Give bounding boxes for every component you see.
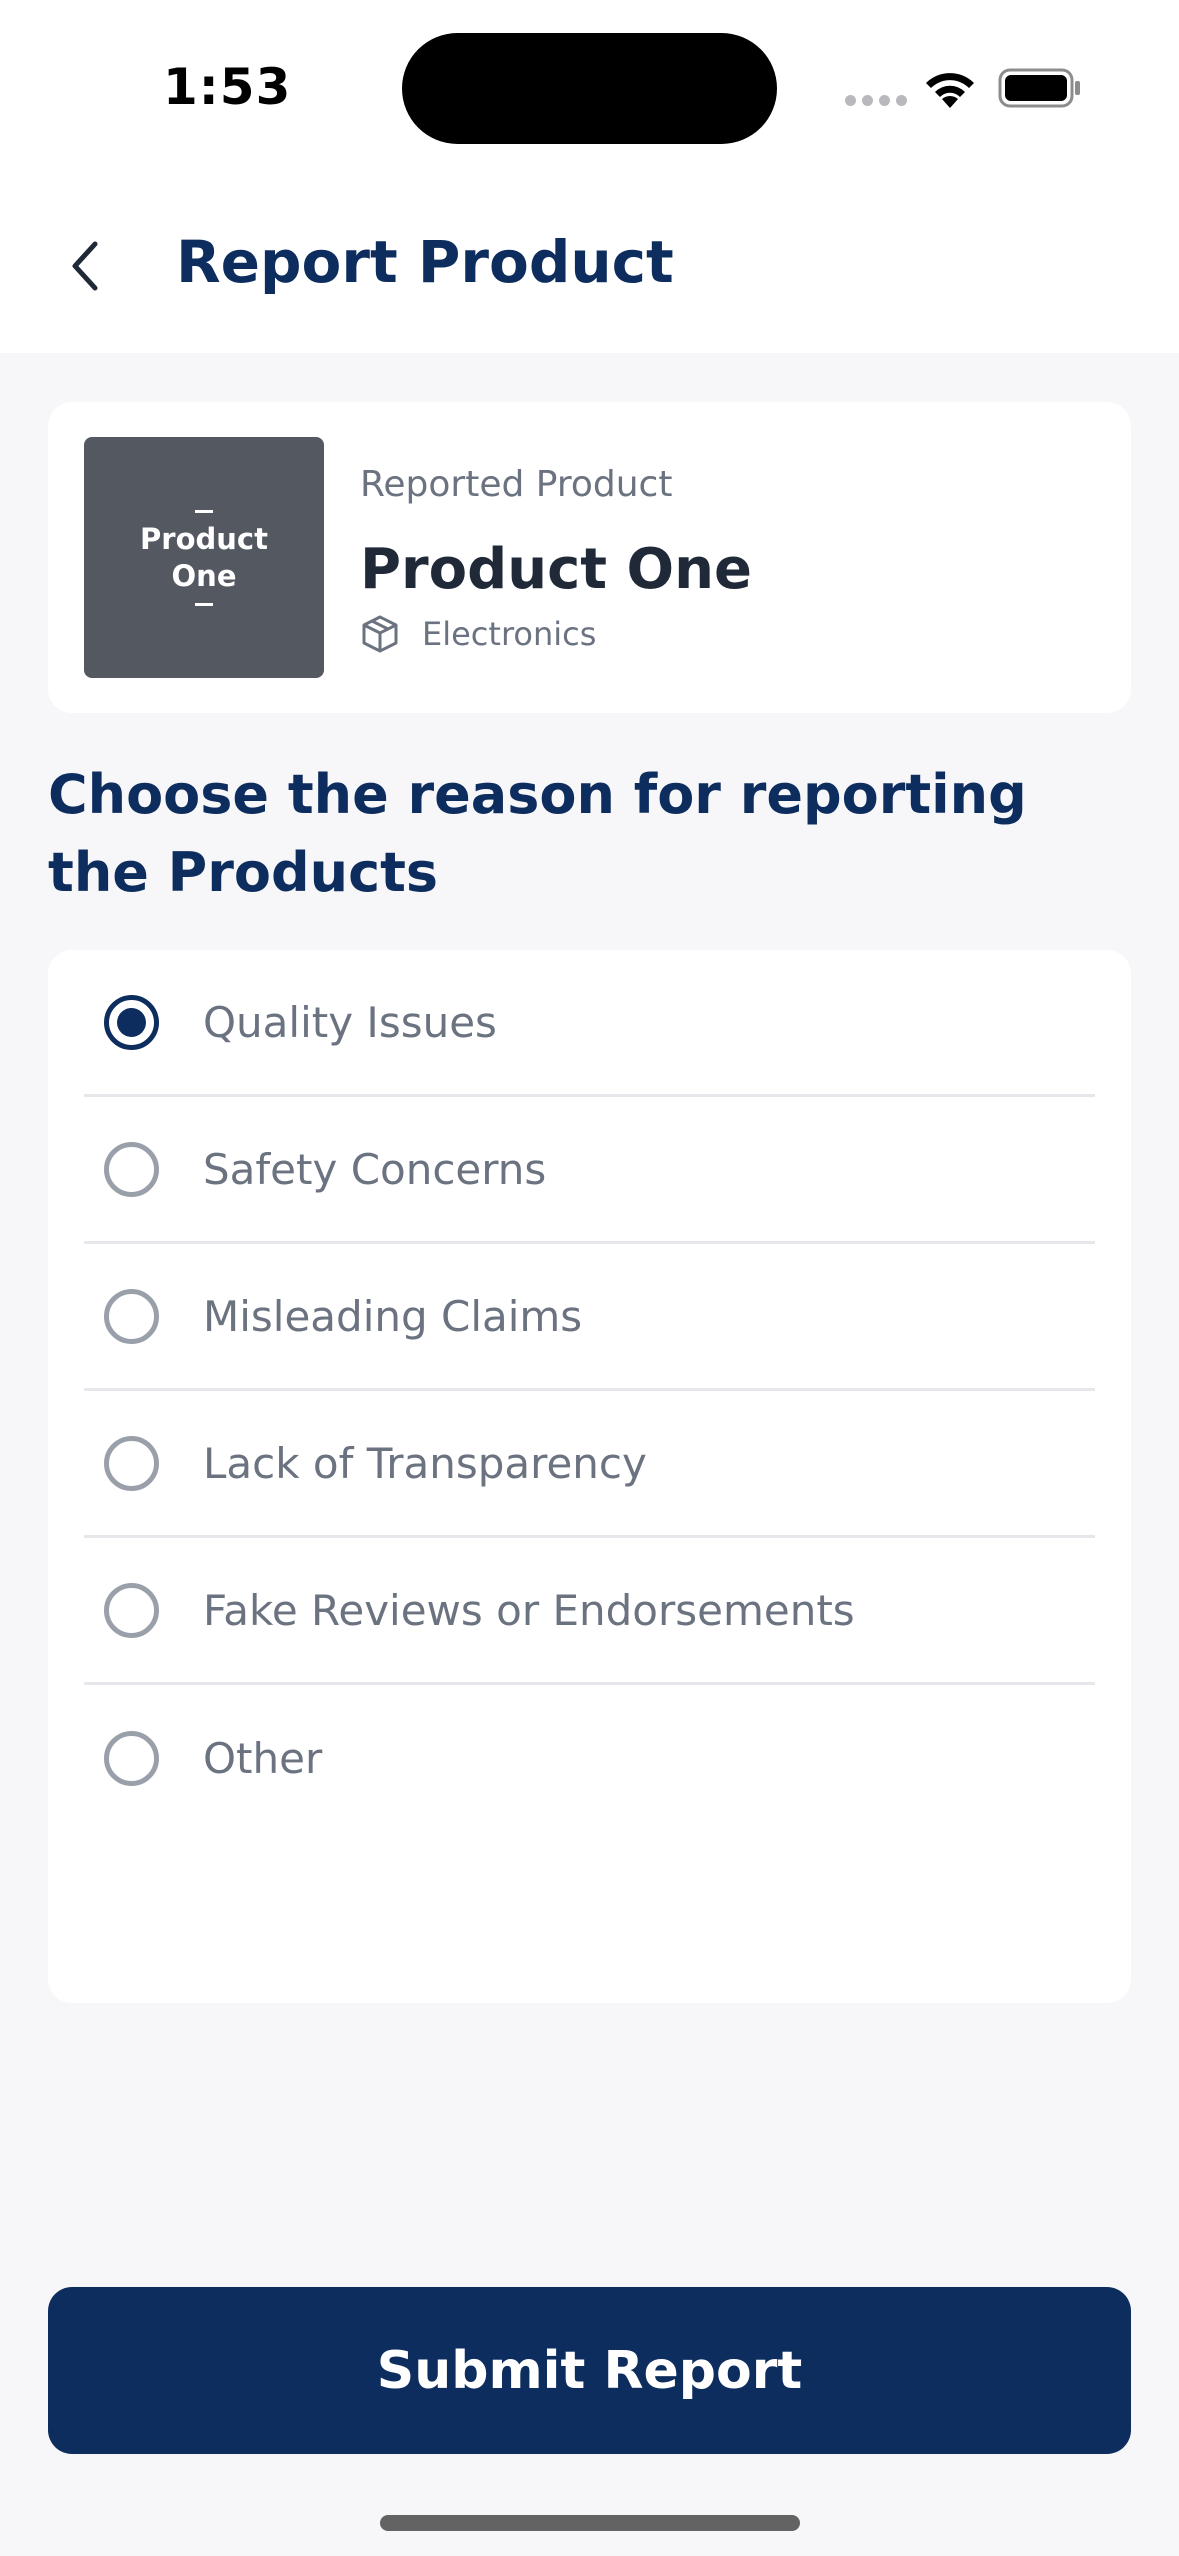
cellular-signal-icon [845, 95, 907, 106]
submit-report-button[interactable]: Submit Report [48, 2287, 1131, 2454]
reason-option-quality-issues[interactable]: Quality Issues [84, 950, 1095, 1097]
battery-icon [998, 68, 1080, 108]
reason-label: Fake Reviews or Endorsements [203, 1585, 855, 1635]
thumbnail-text-line2: One [171, 558, 237, 593]
radio-unselected-icon[interactable] [104, 1288, 159, 1344]
reason-option-safety-concerns[interactable]: Safety Concerns [84, 1097, 1095, 1244]
reason-option-fake-reviews[interactable]: Fake Reviews or Endorsements [84, 1538, 1095, 1685]
product-thumbnail: Product One [84, 437, 324, 678]
reasons-list: Quality Issues Safety Concerns Misleadin… [48, 950, 1131, 2003]
status-bar: 1:53 [0, 0, 1179, 176]
wifi-icon [926, 73, 974, 108]
status-time: 1:53 [163, 58, 292, 116]
radio-unselected-icon[interactable] [104, 1141, 159, 1197]
thumbnail-text-line1: Product [140, 521, 268, 556]
reason-label: Misleading Claims [203, 1291, 583, 1341]
reason-option-other[interactable]: Other [84, 1685, 1095, 1832]
reason-label: Lack of Transparency [203, 1438, 647, 1488]
home-indicator[interactable] [380, 2515, 800, 2531]
back-button[interactable] [55, 236, 115, 296]
category-label: Electronics [422, 615, 597, 653]
page-title: Report Product [176, 228, 674, 296]
reported-product-label: Reported Product [360, 464, 673, 505]
radio-selected-icon[interactable] [104, 994, 159, 1050]
package-icon [362, 615, 398, 653]
reason-option-lack-of-transparency[interactable]: Lack of Transparency [84, 1391, 1095, 1538]
radio-unselected-icon[interactable] [104, 1435, 159, 1491]
chevron-left-icon [72, 241, 98, 291]
navigation-header: Report Product [0, 176, 1179, 353]
reason-label: Safety Concerns [203, 1144, 547, 1194]
radio-unselected-icon[interactable] [104, 1731, 159, 1786]
reason-label: Quality Issues [203, 997, 497, 1047]
radio-unselected-icon[interactable] [104, 1582, 159, 1638]
reason-option-misleading-claims[interactable]: Misleading Claims [84, 1244, 1095, 1391]
dynamic-island [402, 33, 777, 144]
reason-section-heading: Choose the reason for reporting the Prod… [48, 763, 1027, 904]
reason-label: Other [203, 1734, 323, 1783]
product-name: Product One [360, 537, 752, 602]
product-category: Electronics [360, 614, 596, 654]
reported-product-card: Product One Reported Product Product One… [48, 402, 1131, 713]
